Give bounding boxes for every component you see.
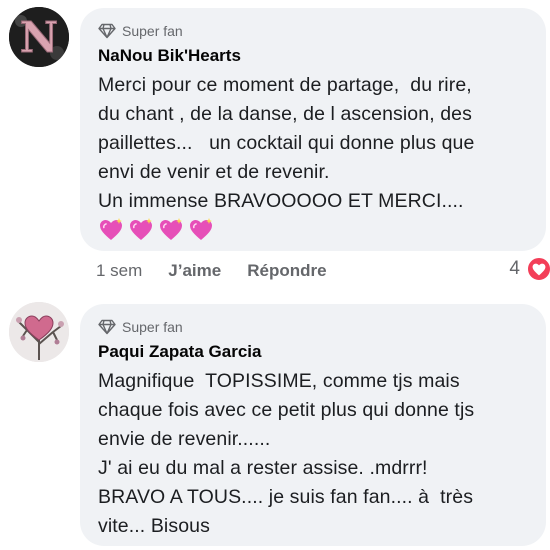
reaction-count: 4 — [509, 258, 520, 279]
super-fan-badge[interactable]: Super fan — [98, 22, 528, 40]
avatar[interactable] — [9, 302, 69, 362]
comment-bubble: Super fan NaNou Bik'Hearts Merci pour ce… — [80, 8, 546, 251]
emoji-row — [98, 217, 528, 248]
comment-author[interactable]: NaNou Bik'Hearts — [98, 45, 528, 67]
diamond-icon — [98, 23, 116, 39]
comment-text: Magnifique TOPISSIME, comme tjs mais cha… — [98, 370, 475, 537]
sparkling-heart-icon — [188, 217, 214, 248]
sparkling-heart-icon — [158, 217, 184, 248]
comment-actions: 1 sem J’aime Répondre — [96, 258, 353, 284]
super-fan-badge[interactable]: Super fan — [98, 318, 528, 336]
diamond-icon — [98, 319, 116, 335]
comment-author[interactable]: Paqui Zapata Garcia — [98, 341, 528, 363]
heart-reaction-icon — [526, 256, 550, 282]
reaction-summary[interactable]: 4 — [509, 256, 550, 282]
comment-bubble: Super fan Paqui Zapata Garcia Magnifique… — [80, 304, 546, 546]
reply-button[interactable]: Répondre — [247, 261, 326, 281]
avatar[interactable]: N — [9, 7, 69, 67]
sparkling-heart-icon — [98, 217, 124, 248]
svg-text:N: N — [20, 13, 58, 62]
comment-text: Merci pour ce moment de partage, du rire… — [98, 74, 475, 212]
comment-timestamp[interactable]: 1 sem — [96, 261, 142, 281]
badge-label: Super fan — [122, 23, 183, 39]
sparkling-heart-icon — [128, 217, 154, 248]
badge-label: Super fan — [122, 319, 183, 335]
like-button[interactable]: J’aime — [168, 261, 221, 281]
